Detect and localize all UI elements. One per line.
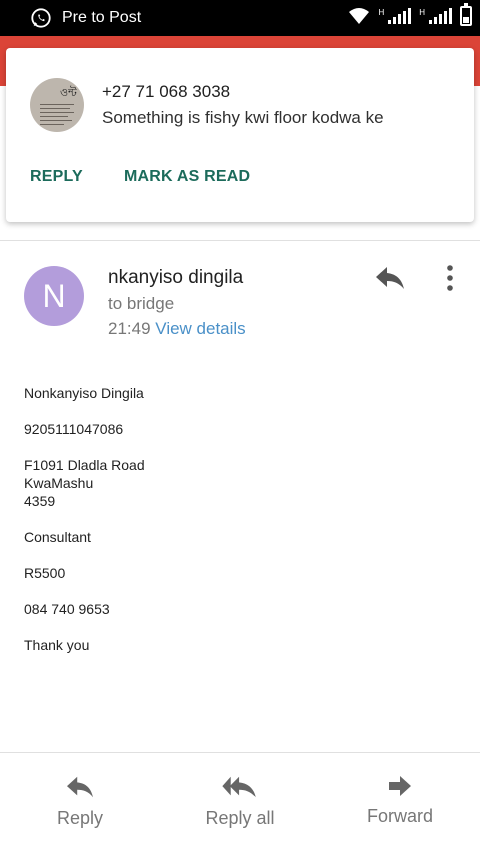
divider xyxy=(0,752,480,753)
forward-label: Forward xyxy=(366,806,433,826)
divider xyxy=(0,240,480,241)
battery-icon xyxy=(460,3,472,26)
forward-button[interactable]: Forward xyxy=(340,774,460,827)
reply-icon xyxy=(67,776,93,798)
body-name: Nonkanyiso Dingila xyxy=(24,385,144,401)
reply-all-button[interactable]: Reply all xyxy=(180,774,300,829)
address-line: KwaMashu xyxy=(24,475,94,491)
body-closing: Thank you xyxy=(24,637,90,653)
sender-name: nkanyiso dingila xyxy=(108,267,244,288)
reply-button[interactable]: Reply xyxy=(20,774,140,829)
notification-avatar: ওন্ট xyxy=(30,78,84,132)
status-bar: Pre to Post H H xyxy=(0,0,480,36)
view-details-link[interactable]: View details xyxy=(155,319,245,338)
notification-app-title: Pre to Post xyxy=(62,9,142,26)
timestamp-line: 21:49 View details xyxy=(108,319,246,339)
avatar-glyph: ওন্ট xyxy=(60,87,77,99)
body-phone: 084 740 9653 xyxy=(24,601,110,617)
more-options-icon[interactable] xyxy=(440,264,460,292)
recipient-line: to bridge xyxy=(108,294,175,313)
signal-strength-icon-2: H xyxy=(419,8,452,24)
reply-all-label: Reply all xyxy=(205,808,275,828)
body-occupation: Consultant xyxy=(24,529,91,545)
notification-sender: +27 71 068 3038 xyxy=(102,82,231,101)
sender-avatar[interactable]: N xyxy=(24,266,84,326)
forward-icon xyxy=(389,776,411,796)
address-line: F1091 Dladla Road xyxy=(24,457,145,473)
email-body: Nonkanyiso Dingila 9205111047086 F1091 D… xyxy=(24,384,454,672)
reply-label: Reply xyxy=(56,808,104,828)
email-time: 21:49 xyxy=(108,319,151,338)
body-address: F1091 Dladla Road KwaMashu 4359 xyxy=(24,456,454,510)
notification-reply-button[interactable]: REPLY xyxy=(30,168,83,186)
body-amount: R5500 xyxy=(24,565,66,581)
body-id-number: 9205111047086 xyxy=(24,421,124,437)
mark-as-read-button[interactable]: MARK AS READ xyxy=(124,168,250,186)
signal-strength-icon-1: H xyxy=(378,8,412,24)
wifi-icon xyxy=(349,8,370,24)
notification-card[interactable]: ওন্ট +27 71 068 3038 Something is fishy … xyxy=(6,48,474,222)
reply-icon[interactable] xyxy=(374,264,406,292)
notification-message: Something is fishy kwi floor kodwa ke xyxy=(102,108,384,127)
status-bar-left: Pre to Post xyxy=(30,7,141,29)
reply-all-icon xyxy=(222,776,256,798)
status-icons: H H xyxy=(348,3,472,26)
whatsapp-icon xyxy=(31,8,51,28)
network-type-label: H xyxy=(378,8,385,17)
address-line: 4359 xyxy=(24,493,56,509)
network-type-label: H xyxy=(419,8,425,17)
